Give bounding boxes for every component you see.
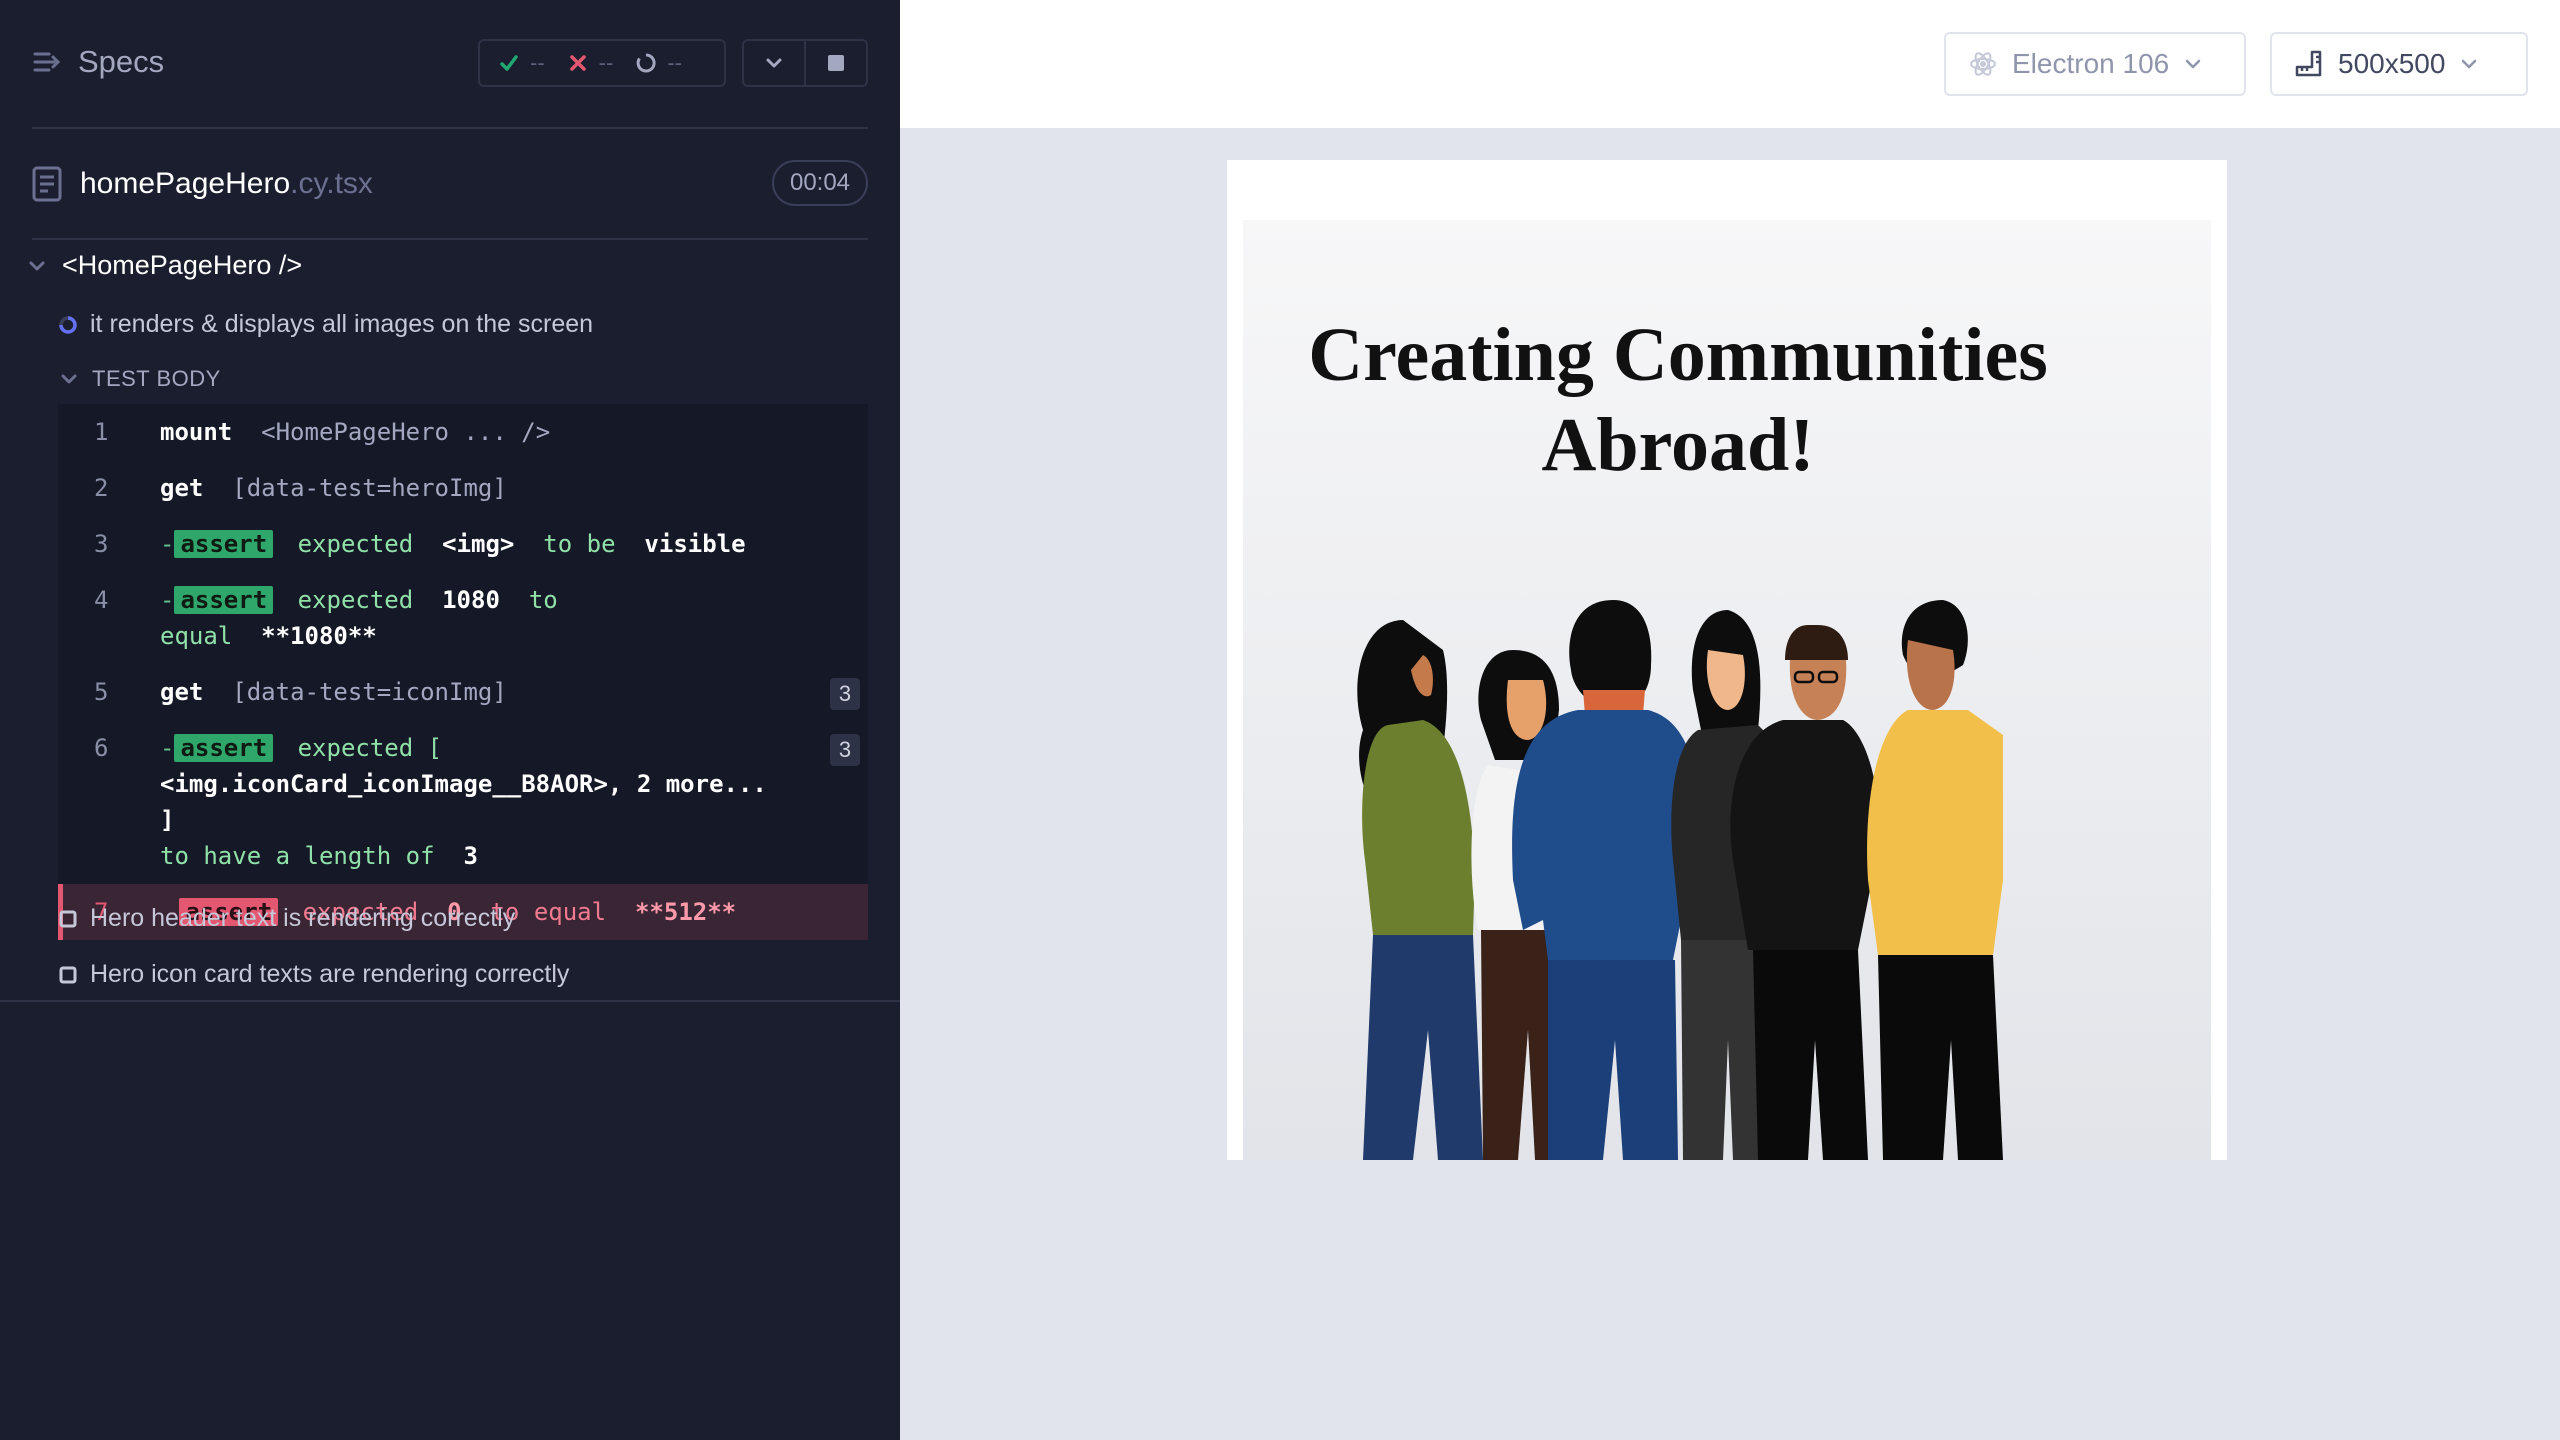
chevron-down-icon [29, 261, 45, 270]
spec-file-header: homePageHero.cy.tsx 00:04 [32, 129, 868, 240]
reporter-header: Specs -- -- -- [32, 0, 868, 129]
command-row[interactable]: 6 - assert expected [<img.iconCard_iconIm… [58, 720, 868, 884]
person-illustration [1867, 600, 2003, 1160]
stat-pending: -- [635, 50, 682, 76]
app-viewport: Creating Communities Abroad! [1227, 160, 2227, 1160]
command-number: 3 [94, 530, 109, 558]
command-number: 4 [94, 586, 109, 614]
chevron-down-icon [2462, 59, 2477, 69]
assert-value: 3 [463, 842, 478, 870]
assert-badge: assert [174, 734, 274, 762]
assert-text: expected [ [297, 734, 443, 762]
spec-file-basename: homePageHero [80, 167, 291, 200]
viewport-dropdown[interactable]: 500x500 [2270, 32, 2528, 96]
browser-label: Electron 106 [2012, 48, 2170, 79]
command-row[interactable]: 5 get [data-test=iconImg] 3 [58, 664, 868, 720]
assert-text: expected [297, 586, 414, 614]
test-title: it renders & displays all images on the … [90, 310, 594, 338]
document-icon [32, 166, 62, 202]
hero-title: Creating Communities Abroad! [1308, 313, 2048, 487]
stop-icon [828, 55, 844, 71]
test-item-pending[interactable]: Hero icon card texts are rendering corre… [58, 960, 569, 989]
spec-file-extension: .cy.tsx [290, 167, 373, 200]
command-number: 5 [94, 678, 109, 706]
check-icon [500, 55, 518, 71]
x-icon [569, 55, 586, 71]
pending-count: -- [667, 50, 682, 75]
command-row[interactable]: 4 - assert expected 1080 to equal **1080*… [58, 572, 868, 664]
assert-value: <img> [442, 530, 515, 558]
run-controls [742, 39, 868, 87]
stat-passed: -- [498, 50, 545, 76]
chevron-down-icon [2185, 59, 2201, 69]
stop-button[interactable] [804, 41, 866, 85]
command-row[interactable]: 1 mount <HomePageHero ... /> [58, 404, 868, 460]
command-number: 6 [94, 734, 109, 762]
assert-text: expected [297, 530, 414, 558]
assert-value: visible [644, 530, 746, 558]
passed-count: -- [530, 50, 545, 75]
hero-section: Creating Communities Abroad! [1243, 220, 2211, 1160]
duration-badge: 00:04 [772, 160, 868, 206]
test-body-toggle[interactable]: TEST BODY [60, 366, 221, 392]
assert-badge: assert [174, 530, 274, 558]
command-number: 2 [94, 474, 109, 502]
running-spinner-icon [59, 315, 77, 334]
test-body-label: TEST BODY [92, 366, 221, 391]
ruler-icon [2295, 50, 2322, 77]
command-name: get [160, 678, 204, 706]
test-item-pending[interactable]: Hero header text is rendering correctly [58, 904, 515, 933]
spec-file-name[interactable]: homePageHero.cy.tsx [80, 167, 373, 201]
collapse-all-button[interactable] [744, 41, 804, 85]
stat-failed: -- [567, 50, 614, 76]
divider [0, 1000, 900, 1002]
assert-badge: assert [174, 586, 274, 614]
aut-header: Electron 106 500x500 [900, 0, 2560, 128]
assert-text: to be [543, 530, 616, 558]
command-row[interactable]: 3 - assert expected <img> to be visible [58, 516, 868, 572]
command-number: 1 [94, 418, 109, 446]
command-message: [data-test=iconImg] [232, 678, 507, 706]
command-row[interactable]: 2 get [data-test=heroImg] [58, 460, 868, 516]
test-title: Hero icon card texts are rendering corre… [90, 960, 570, 988]
suite-title: <HomePageHero /> [62, 250, 303, 280]
assert-text: to have a length of [160, 842, 435, 870]
pending-icon [636, 53, 656, 73]
test-title: Hero header text is rendering correctly [90, 904, 516, 932]
specs-link[interactable]: Specs [32, 44, 164, 80]
chevron-down-icon [766, 58, 782, 68]
pending-square-icon [59, 910, 77, 927]
command-name: get [160, 474, 204, 502]
element-count-badge: 3 [830, 678, 860, 710]
assert-value: **1080** [261, 622, 377, 650]
specs-list-icon [33, 52, 61, 72]
electron-icon [1970, 52, 1996, 76]
assert-value: **512** [634, 898, 737, 926]
test-stats: -- -- -- [478, 39, 726, 87]
command-name: mount [160, 418, 233, 446]
assert-value: 1080 [442, 586, 500, 614]
reporter-panel: Specs -- -- -- homePageHero.cy.tsx 00:04… [0, 0, 900, 1440]
specs-label: Specs [78, 44, 165, 79]
command-message: <HomePageHero ... /> [261, 418, 551, 446]
aut-panel: Electron 106 500x500 Creating Communitie… [900, 0, 2560, 1440]
assert-value: <img.iconCard_iconImage__B8AOR>, 2 more.… [160, 770, 767, 834]
command-message: [data-test=heroImg] [232, 474, 507, 502]
browser-dropdown[interactable]: Electron 106 [1944, 32, 2246, 96]
hero-image [1357, 600, 2003, 1160]
pending-square-icon [59, 966, 77, 983]
failed-count: -- [598, 50, 614, 75]
chevron-down-icon [61, 374, 77, 384]
element-count-badge: 3 [830, 734, 860, 766]
test-item-running[interactable]: it renders & displays all images on the … [58, 310, 593, 339]
suite-header[interactable]: <HomePageHero /> [28, 250, 302, 281]
viewport-label: 500x500 [2338, 48, 2446, 79]
command-log: 1 mount <HomePageHero ... /> 2 get [data… [58, 404, 868, 940]
